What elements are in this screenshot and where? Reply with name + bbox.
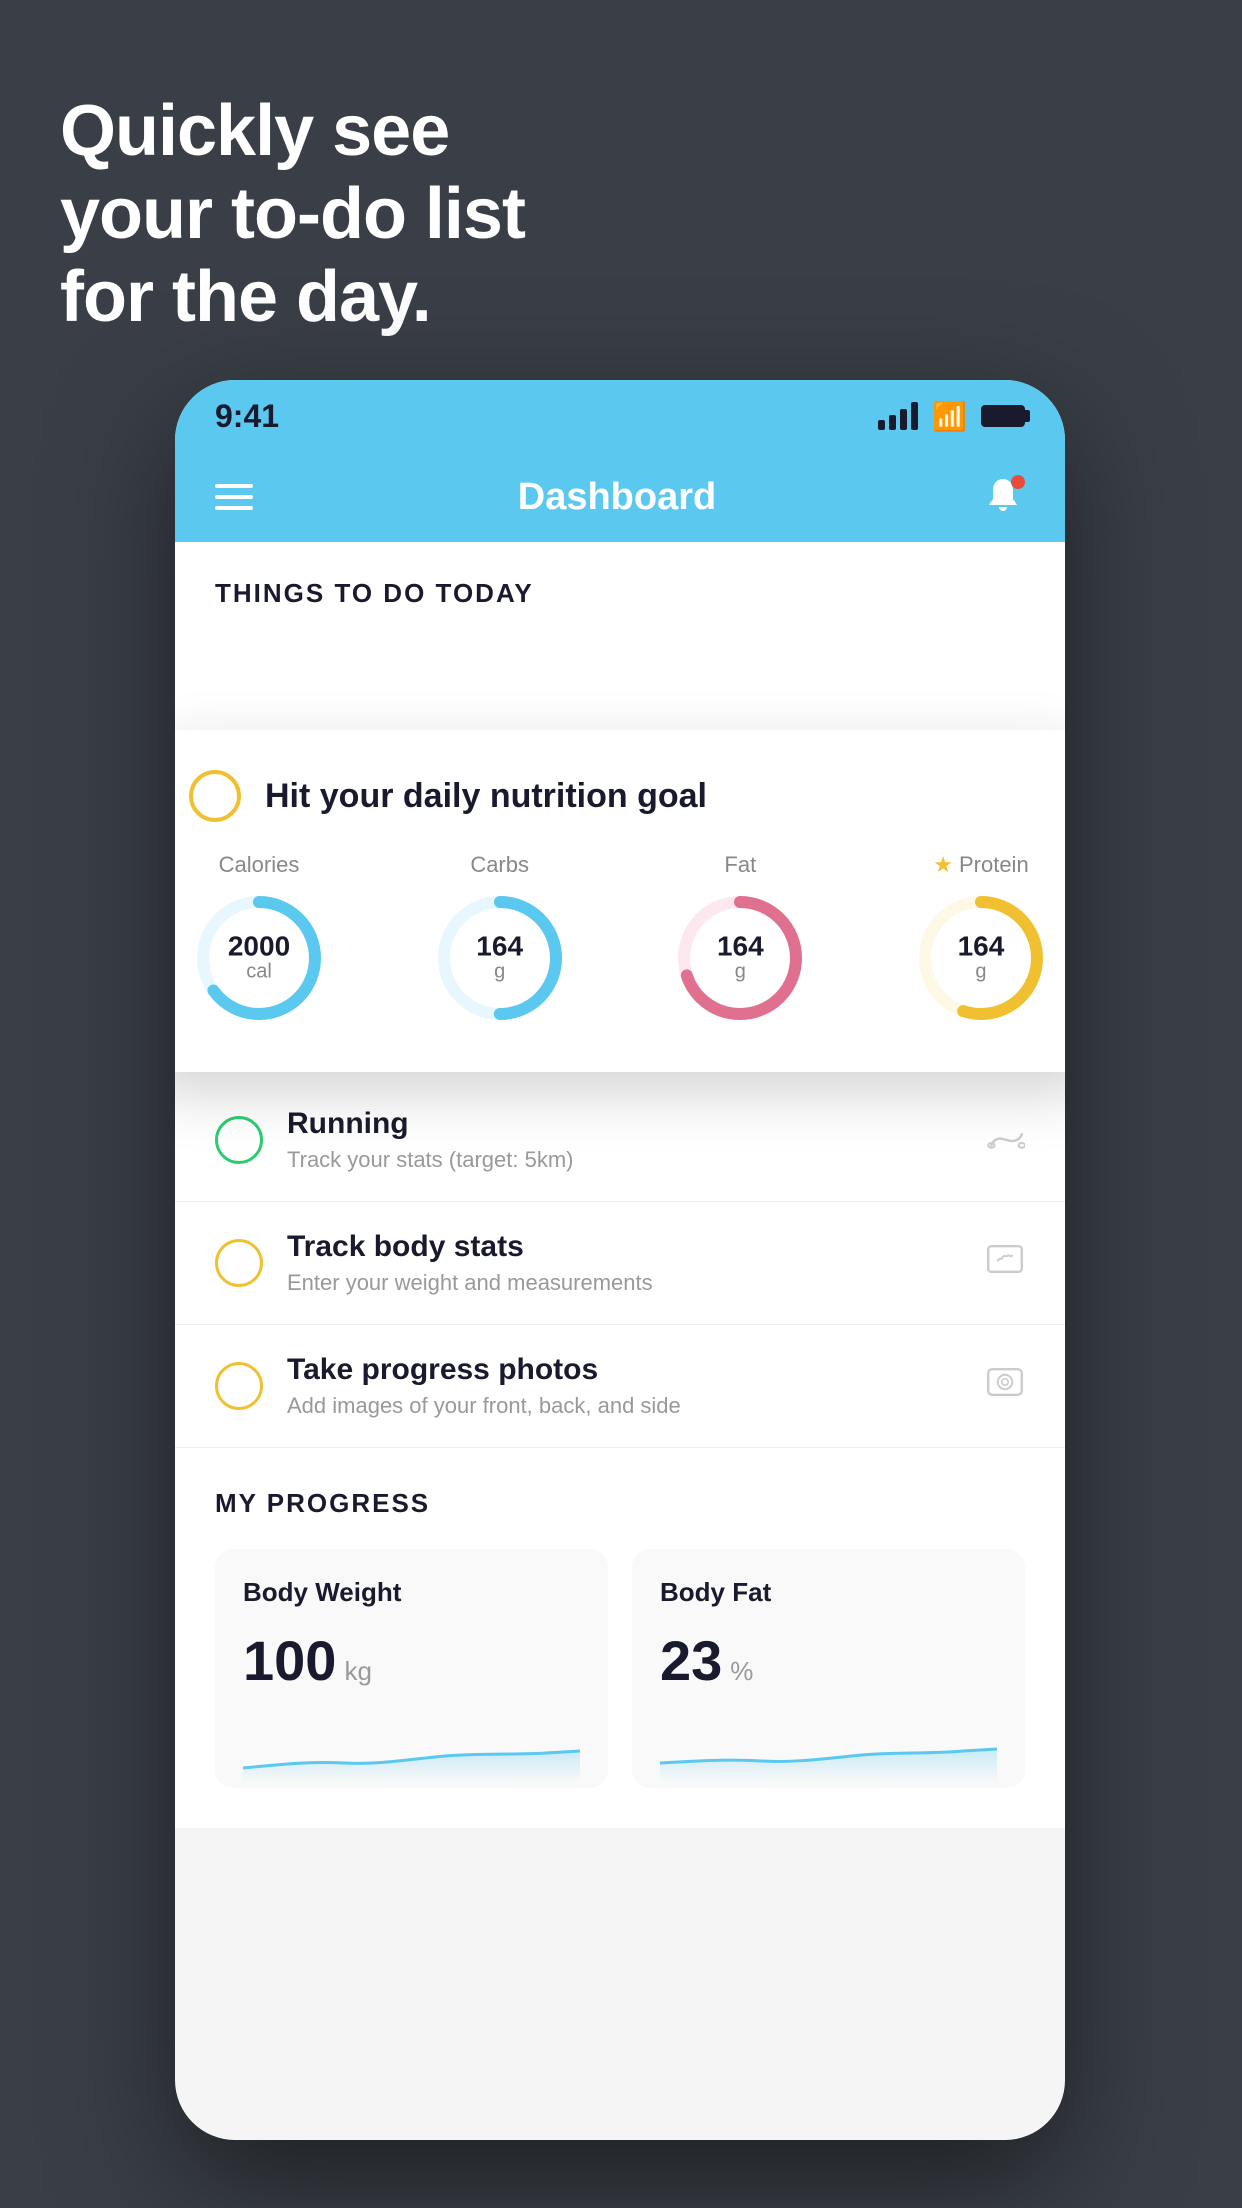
running-check-circle[interactable] [215,1116,263,1164]
app-title: Dashboard [518,476,716,519]
status-icons: 📶 [878,400,1025,433]
status-bar: 9:41 📶 [175,380,1065,452]
progress-cards: Body Weight 100 kg [215,1549,1025,1788]
nutrition-card-title: Hit your daily nutrition goal [265,777,707,816]
todo-list: Running Track your stats (target: 5km) T… [175,1079,1065,1448]
calories-value: 2000 [228,933,290,961]
star-icon: ★ [933,852,953,878]
nutrition-row: Calories 2000 cal Carbs [189,852,1051,1028]
protein-ring: 164 g [911,888,1051,1028]
carbs-unit: g [476,961,523,984]
my-progress-title: MY PROGRESS [215,1488,1025,1519]
nutrition-carbs: Carbs 164 g [430,852,570,1028]
progress-photos-name: Take progress photos [287,1353,985,1387]
headline: Quickly see your to-do list for the day. [60,90,525,338]
notification-bell[interactable] [981,475,1025,519]
fat-unit: g [717,961,764,984]
calories-ring: 2000 cal [189,888,329,1028]
body-weight-chart [243,1723,580,1783]
progress-photos-check-circle[interactable] [215,1362,263,1410]
todo-body-stats[interactable]: Track body stats Enter your weight and m… [175,1202,1065,1325]
nutrition-calories: Calories 2000 cal [189,852,329,1028]
battery-icon [981,405,1025,427]
nutrition-protein: ★ Protein 164 g [911,852,1051,1028]
body-stats-name: Track body stats [287,1230,985,1264]
body-fat-value: 23 [660,1628,722,1693]
progress-photos-icon [985,1364,1025,1409]
body-fat-card: Body Fat 23 % [632,1549,1025,1788]
carbs-value: 164 [476,933,523,961]
protein-value: 164 [958,933,1005,961]
todo-running[interactable]: Running Track your stats (target: 5km) [175,1079,1065,1202]
running-icon [985,1119,1025,1161]
body-weight-unit: kg [344,1656,371,1687]
nutrition-check-circle[interactable] [189,770,241,822]
calories-unit: cal [228,961,290,984]
signal-icon [878,402,918,430]
body-stats-check-circle[interactable] [215,1239,263,1287]
body-weight-value: 100 [243,1628,336,1693]
body-stats-icon [985,1241,1025,1286]
phone-mockup: 9:41 📶 Dashboard THINGS TO DO TODAY [175,380,1065,2140]
main-content: THINGS TO DO TODAY Hit your daily nutrit… [175,542,1065,1828]
body-fat-title: Body Fat [660,1577,997,1608]
notification-dot [1011,475,1025,489]
body-stats-sub: Enter your weight and measurements [287,1270,985,1296]
app-header: Dashboard [175,452,1065,542]
carbs-label: Carbs [470,852,529,878]
things-to-do-header: THINGS TO DO TODAY [175,542,1065,629]
calories-label: Calories [219,852,300,878]
menu-button[interactable] [215,484,253,510]
protein-label: ★ Protein [933,852,1028,878]
nutrition-fat: Fat 164 g [670,852,810,1028]
progress-photos-sub: Add images of your front, back, and side [287,1393,985,1419]
protein-unit: g [958,961,1005,984]
fat-ring: 164 g [670,888,810,1028]
carbs-ring: 164 g [430,888,570,1028]
fat-label: Fat [724,852,756,878]
todo-progress-photos[interactable]: Take progress photos Add images of your … [175,1325,1065,1448]
wifi-icon: 📶 [932,400,967,433]
my-progress-section: MY PROGRESS Body Weight 100 kg [175,1448,1065,1828]
body-fat-unit: % [730,1656,753,1687]
body-weight-title: Body Weight [243,1577,580,1608]
nutrition-card: Hit your daily nutrition goal Calories 2… [175,730,1065,1072]
fat-value: 164 [717,933,764,961]
running-sub: Track your stats (target: 5km) [287,1147,985,1173]
body-weight-card: Body Weight 100 kg [215,1549,608,1788]
status-time: 9:41 [215,398,279,435]
running-name: Running [287,1107,985,1141]
things-to-do-title: THINGS TO DO TODAY [215,578,534,608]
body-fat-chart [660,1723,997,1783]
